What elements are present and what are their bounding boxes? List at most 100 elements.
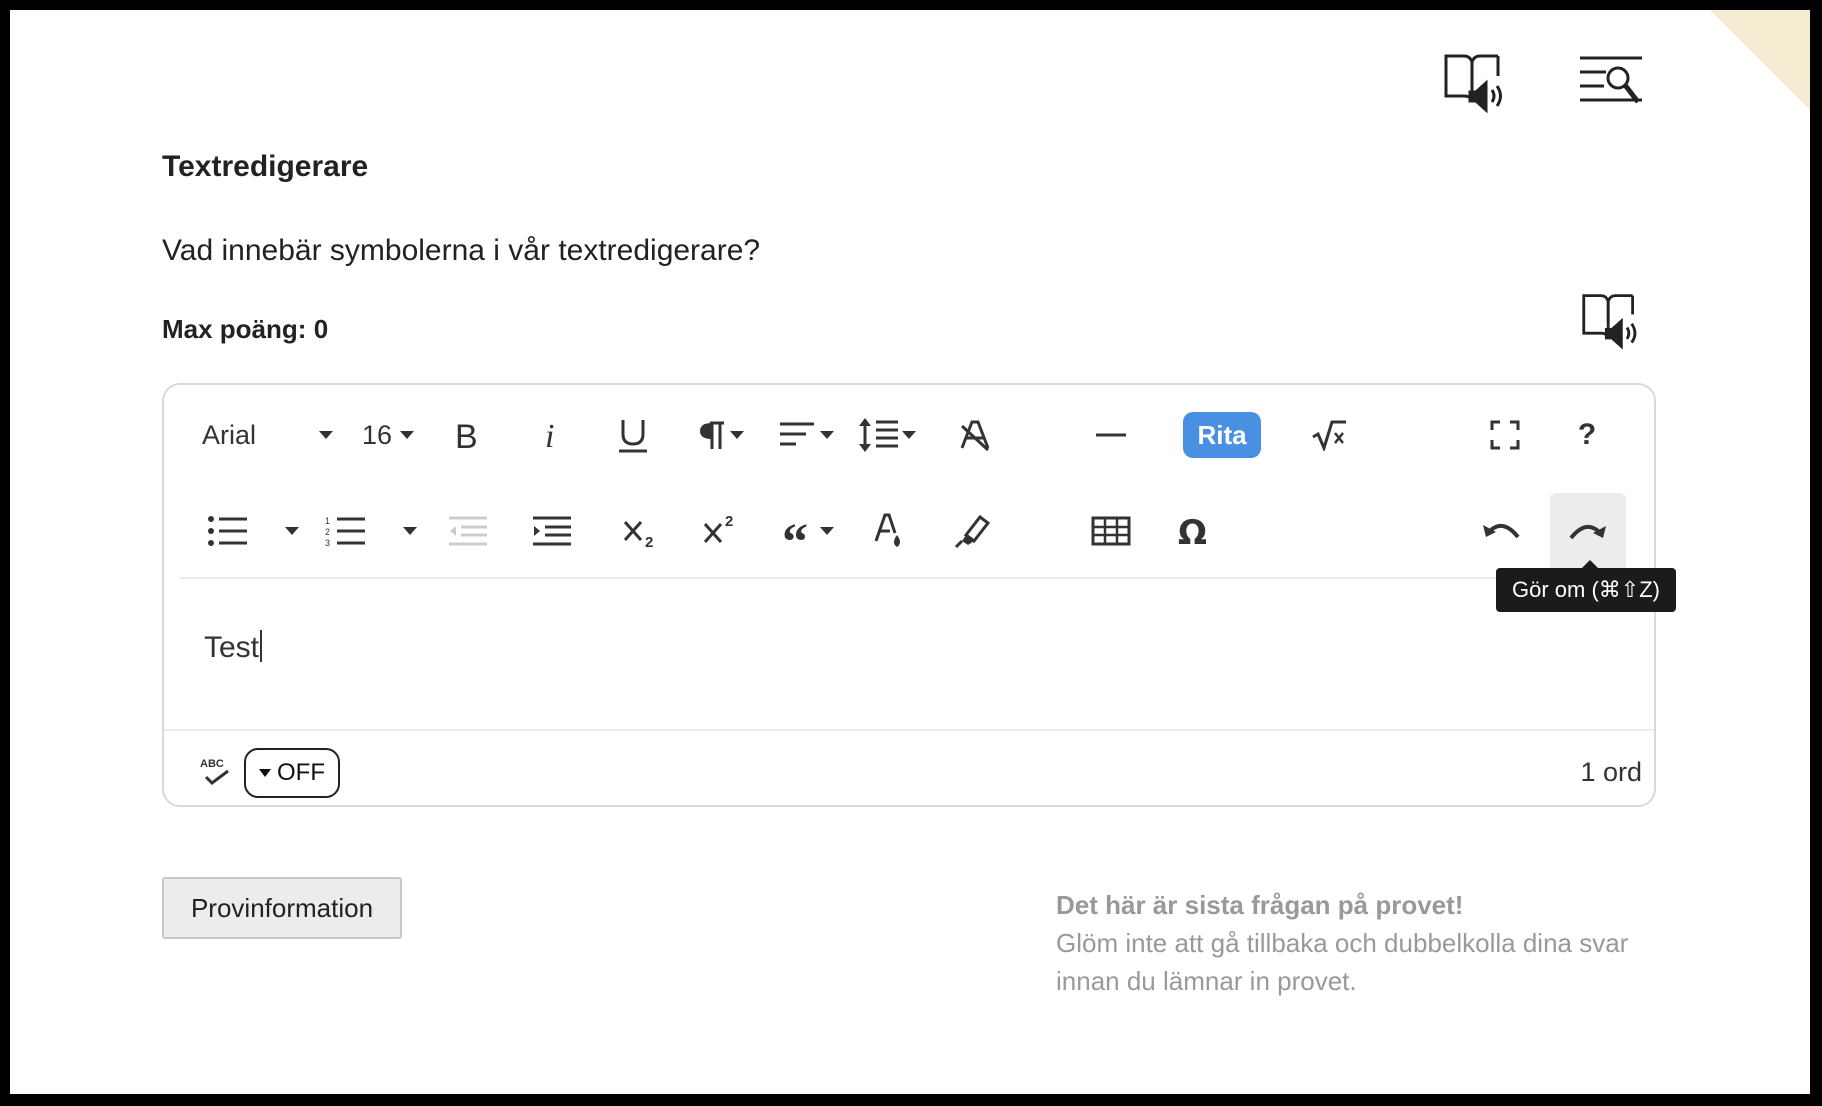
chevron-down-icon bbox=[400, 431, 415, 439]
help-label: ? bbox=[1577, 418, 1597, 451]
highlighter-icon bbox=[954, 514, 991, 549]
svg-text:2: 2 bbox=[645, 534, 653, 548]
corner-fold bbox=[1710, 10, 1810, 110]
align-left-icon bbox=[780, 422, 814, 446]
font-size-select[interactable]: 16 bbox=[356, 395, 420, 475]
search-text-icon[interactable] bbox=[1578, 50, 1644, 116]
highlight-button[interactable] bbox=[948, 491, 998, 571]
spellcheck-toggle[interactable]: OFF bbox=[244, 748, 340, 798]
chevron-down-icon bbox=[285, 527, 299, 535]
spellcheck-state: OFF bbox=[277, 759, 325, 786]
spellcheck-icon: ABC bbox=[198, 755, 232, 789]
help-button[interactable]: ? bbox=[1562, 395, 1612, 475]
svg-text:i: i bbox=[545, 419, 554, 451]
numbered-list-dropdown[interactable] bbox=[398, 491, 422, 571]
insert-table-button[interactable] bbox=[1086, 491, 1136, 571]
max-points-label: Max poäng: bbox=[162, 314, 307, 344]
notice-body: Glöm inte att gå tillbaka och dubbelkoll… bbox=[1056, 928, 1629, 996]
svg-text:“: “ bbox=[782, 517, 808, 545]
underline-button[interactable] bbox=[608, 395, 658, 475]
font-family-dropdown[interactable] bbox=[314, 395, 338, 475]
subscript-button[interactable]: 2 bbox=[616, 491, 666, 571]
last-question-notice: Det här är sista frågan på provet! Glöm … bbox=[1056, 886, 1656, 1000]
svg-text:2: 2 bbox=[725, 514, 733, 530]
italic-icon: i bbox=[545, 419, 554, 451]
question-read-aloud-icon[interactable] bbox=[1580, 290, 1642, 352]
redo-tooltip: Gör om (⌘⇧Z) bbox=[1496, 560, 1676, 612]
editor-content[interactable]: Test bbox=[204, 630, 263, 665]
rita-button[interactable]: Rita bbox=[1180, 395, 1264, 475]
special-characters-button[interactable]: Ω bbox=[1168, 491, 1218, 571]
editor-text: Test bbox=[204, 631, 260, 664]
numbered-list-icon: 1 2 3 bbox=[325, 516, 365, 547]
svg-text:3: 3 bbox=[325, 538, 330, 547]
bold-button[interactable]: B bbox=[442, 395, 492, 475]
align-button[interactable] bbox=[774, 395, 838, 475]
bullet-list-dropdown[interactable] bbox=[280, 491, 304, 571]
chevron-down-icon bbox=[403, 527, 417, 535]
paragraph-format-button[interactable] bbox=[690, 395, 752, 475]
chevron-down-icon bbox=[730, 431, 744, 439]
clear-formatting-button[interactable] bbox=[950, 395, 1000, 475]
pilcrow-icon bbox=[700, 421, 724, 449]
toolbar-row-2: 1 2 3 2 2 Ω bbox=[164, 491, 1654, 571]
page-frame: Textredigerare Vad innebär symbolerna i … bbox=[10, 10, 1810, 1094]
horizontal-line-button[interactable] bbox=[1086, 395, 1136, 475]
omega-icon: Ω bbox=[1178, 515, 1207, 547]
redo-icon bbox=[1569, 525, 1606, 540]
outdent-icon bbox=[449, 516, 487, 546]
clear-formatting-icon bbox=[960, 420, 990, 452]
chevron-down-icon bbox=[259, 769, 271, 777]
bold-icon: B bbox=[455, 419, 478, 451]
superscript-button[interactable]: 2 bbox=[696, 491, 746, 571]
svg-text:1: 1 bbox=[325, 516, 330, 526]
superscript-icon: 2 bbox=[703, 514, 733, 543]
subscript-icon: 2 bbox=[623, 521, 653, 548]
outdent-button[interactable] bbox=[442, 491, 492, 571]
toolbar-divider bbox=[180, 577, 1654, 579]
provinformation-button[interactable]: Provinformation bbox=[162, 877, 402, 939]
fullscreen-button[interactable] bbox=[1480, 395, 1530, 475]
page-title: Textredigerare bbox=[162, 150, 369, 183]
horizontal-line-icon bbox=[1096, 433, 1126, 437]
numbered-list-button[interactable]: 1 2 3 bbox=[320, 491, 370, 571]
max-points-value: 0 bbox=[313, 314, 329, 344]
math-formula-button[interactable] bbox=[1304, 395, 1354, 475]
text-cursor bbox=[260, 630, 263, 662]
svg-text:ABC: ABC bbox=[200, 758, 224, 770]
underline-icon bbox=[619, 420, 647, 453]
chevron-down-icon bbox=[902, 431, 916, 439]
font-family-value: Arial bbox=[202, 419, 257, 450]
chevron-down-icon bbox=[820, 431, 834, 439]
indent-button[interactable] bbox=[526, 491, 576, 571]
question-text: Vad innebär symbolerna i vår textrediger… bbox=[162, 234, 761, 267]
chevron-down-icon bbox=[319, 431, 333, 439]
font-family-select[interactable]: Arial bbox=[202, 395, 312, 475]
rita-label: Rita bbox=[1183, 412, 1261, 458]
quote-button[interactable]: “ bbox=[776, 491, 840, 571]
chevron-down-icon bbox=[820, 527, 834, 535]
notice-title: Det här är sista frågan på provet! bbox=[1056, 890, 1464, 920]
status-divider bbox=[164, 729, 1654, 731]
line-height-icon bbox=[859, 418, 898, 452]
svg-text:B: B bbox=[455, 419, 478, 451]
svg-text:2: 2 bbox=[325, 527, 330, 537]
line-height-button[interactable] bbox=[854, 395, 920, 475]
svg-text:Ω: Ω bbox=[1178, 515, 1207, 547]
undo-icon bbox=[1483, 524, 1520, 539]
text-editor: Arial 16 B i Rita ? 1 2 3 2 2 Ω Test ABC… bbox=[162, 383, 1656, 807]
italic-button[interactable]: i bbox=[526, 395, 576, 475]
fullscreen-icon bbox=[1490, 420, 1520, 450]
bullet-list-button[interactable] bbox=[202, 491, 252, 571]
max-points: Max poäng: 0 bbox=[162, 314, 328, 345]
table-icon bbox=[1091, 516, 1131, 546]
read-aloud-icon[interactable] bbox=[1442, 50, 1508, 116]
square-root-icon bbox=[1312, 420, 1346, 451]
indent-icon bbox=[533, 516, 571, 546]
undo-button[interactable] bbox=[1476, 491, 1526, 571]
text-color-icon bbox=[874, 513, 900, 547]
bullet-list-icon bbox=[208, 516, 247, 546]
font-size-value: 16 bbox=[361, 419, 393, 450]
quote-icon: “ bbox=[782, 517, 808, 545]
text-color-button[interactable] bbox=[864, 491, 914, 571]
